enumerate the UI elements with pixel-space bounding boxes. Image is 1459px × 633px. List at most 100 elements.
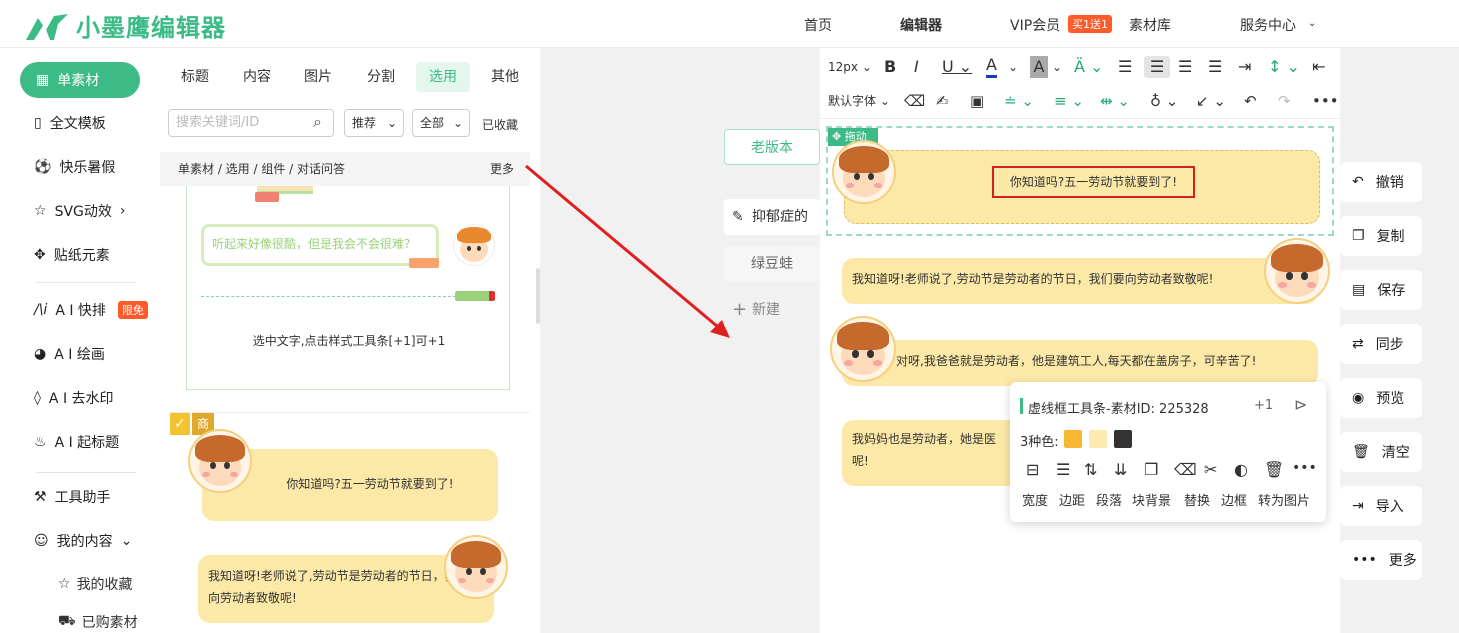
material-card[interactable]: ✓ 商 你知道吗?五一劳动节就要到了! 我知道呀!老师说了,劳动节是劳动者的节日… xyxy=(168,412,530,633)
search-icon[interactable]: ⌕ xyxy=(313,112,322,132)
nav-materials[interactable]: 素材库 xyxy=(1129,15,1171,35)
chevron-down-icon[interactable]: ⌄ xyxy=(1008,56,1018,78)
sidebar-item-ai-layout[interactable]: /\i A I 快排 限免 xyxy=(20,292,148,328)
tab-image[interactable]: 图片 xyxy=(291,62,345,92)
chevron-down-icon[interactable]: ⌄ xyxy=(1052,56,1062,78)
highlighted-text[interactable]: 你知道吗?五一劳动节就要到了! xyxy=(992,166,1195,198)
dialog-bubble[interactable]: 对呀,我爸爸就是劳动者，他是建筑工人,每天都在盖房子，可辛苦了! xyxy=(842,340,1318,386)
bold-icon[interactable]: B xyxy=(884,56,896,78)
copy-icon[interactable]: ❐ xyxy=(1144,460,1158,479)
paragraph-icon[interactable]: ⇅ xyxy=(1084,460,1097,479)
trash-icon[interactable]: 🗑 xyxy=(1264,460,1284,479)
underline-icon[interactable]: U ⌄ xyxy=(942,56,972,78)
clear-button[interactable]: 🗑 清空 xyxy=(1340,432,1422,472)
more-link[interactable]: 更多 xyxy=(490,152,514,186)
paragraph-spacing-icon[interactable]: ≡ ⌄ xyxy=(1054,90,1084,112)
scissors-icon[interactable]: ✂ xyxy=(1204,460,1217,479)
tab-content[interactable]: 内容 xyxy=(230,62,284,92)
more-button[interactable]: ••• 更多 xyxy=(1340,540,1422,580)
editor-canvas[interactable]: 12px ⌄ B I U ⌄ A ⌄ A ⌄ Ä ⌄ ☰ ☰ ☰ ☰ ⇥ ↕ ⌄… xyxy=(820,48,1340,633)
action-paragraph[interactable]: 段落 xyxy=(1096,490,1122,509)
sync-button[interactable]: ⇄ 同步 xyxy=(1340,324,1422,364)
nav-vip[interactable]: VIP会员 xyxy=(1010,15,1060,35)
format-brush-icon[interactable]: ✍ xyxy=(936,90,949,112)
action-border[interactable]: 边框 xyxy=(1221,490,1247,509)
exit-icon[interactable]: ⇤ xyxy=(1312,56,1325,78)
action-block-bg[interactable]: 块背景 xyxy=(1132,490,1171,509)
tab-select[interactable]: 选用 xyxy=(416,62,470,92)
plus-one-button[interactable]: +1 xyxy=(1254,398,1273,413)
preview-button[interactable]: ◉ 预览 xyxy=(1340,378,1422,418)
arrow-icon[interactable]: ↙ ⌄ xyxy=(1196,90,1226,112)
sidebar-item-summer[interactable]: ⚽ 快乐暑假 xyxy=(20,149,140,185)
eraser-icon[interactable]: ⌫ xyxy=(904,90,925,112)
material-card[interactable]: 听起来好像很酷，但是我会不会很难? 选中文字,点击样式工具条[+1]可+1 xyxy=(186,186,510,390)
image-icon[interactable]: ▣ xyxy=(970,90,984,112)
italic-icon[interactable]: I xyxy=(914,56,919,78)
sort-icon[interactable]: ⇊ xyxy=(1114,460,1127,479)
width-icon[interactable]: ⊟ xyxy=(1026,460,1039,479)
highlight-icon[interactable]: A xyxy=(1030,56,1048,78)
font-color-icon[interactable]: A xyxy=(986,56,997,78)
sidebar-item-single[interactable]: ▦ 单素材 xyxy=(20,62,140,98)
contrast-icon[interactable]: ◐ xyxy=(1234,460,1248,479)
doc-item[interactable]: 绿豆蛙 xyxy=(724,246,820,282)
nav-service[interactable]: 服务中心 xyxy=(1240,15,1296,35)
align-justify-icon[interactable]: ☰ xyxy=(1208,56,1222,78)
tab-other[interactable]: 其他 xyxy=(478,62,532,92)
tab-divider[interactable]: 分割 xyxy=(354,62,408,92)
bulb-icon[interactable]: ♁ ⌄ xyxy=(1150,90,1178,112)
import-button[interactable]: ⇥ 导入 xyxy=(1340,486,1422,526)
line-height-icon[interactable]: ↕ ⌄ xyxy=(1268,56,1300,78)
tab-title[interactable]: 标题 xyxy=(168,62,222,92)
nav-editor[interactable]: 编辑器 xyxy=(900,15,942,35)
sidebar-item-ai-title[interactable]: ♨ A I 起标题 xyxy=(20,424,140,460)
nav-home[interactable]: 首页 xyxy=(804,15,832,35)
copy-button[interactable]: ❐ 复制 xyxy=(1340,216,1422,256)
margin-icon[interactable]: ☰ xyxy=(1056,460,1070,479)
new-doc-button[interactable]: + 新建 xyxy=(724,292,820,328)
more-icon[interactable]: ••• xyxy=(1292,460,1317,476)
undo-button[interactable]: ↶ 撤销 xyxy=(1340,162,1422,202)
sidebar-item-ai-paint[interactable]: ◕ A I 绘画 xyxy=(20,336,140,372)
sidebar-item-stickers[interactable]: ✥ 贴纸元素 xyxy=(20,237,140,273)
sidebar-sub-purchased[interactable]: ⛟ 已购素材 xyxy=(58,612,138,632)
eraser-icon[interactable]: ⌫ xyxy=(1174,460,1197,479)
sidebar-item-tools[interactable]: ⚒ 工具助手 xyxy=(20,479,140,515)
text-effect-icon[interactable]: Ä ⌄ xyxy=(1074,56,1103,78)
redo-icon[interactable]: ↷ xyxy=(1278,90,1291,112)
more-icon[interactable]: ••• xyxy=(1312,90,1339,112)
sidebar-item-ai-watermark[interactable]: ◊ A I 去水印 xyxy=(20,380,140,416)
font-size-select[interactable]: 12px ⌄ xyxy=(828,56,872,78)
doc-item[interactable]: ✎ 抑郁症的 xyxy=(724,199,820,235)
sidebar-item-templates[interactable]: ▯ 全文模板 xyxy=(20,105,140,141)
play-icon[interactable]: ⊳ xyxy=(1294,395,1307,414)
action-width[interactable]: 宽度 xyxy=(1022,490,1048,509)
old-version-button[interactable]: 老版本 xyxy=(724,129,820,165)
logo[interactable]: 小墨鹰编辑器 xyxy=(24,8,226,43)
sidebar-item-svg[interactable]: ☆ SVG动效 › xyxy=(20,193,140,229)
action-margin[interactable]: 边距 xyxy=(1059,490,1085,509)
color-swatch[interactable] xyxy=(1089,430,1107,448)
filter-dropdown[interactable]: 全部 ⌄ xyxy=(412,109,470,137)
letter-spacing-icon[interactable]: ≐ ⌄ xyxy=(1004,90,1034,112)
indent-spacing-icon[interactable]: ⇹ ⌄ xyxy=(1100,90,1130,112)
action-replace[interactable]: 替换 xyxy=(1184,490,1210,509)
font-family-select[interactable]: 默认字体 ⌄ xyxy=(828,90,890,112)
sidebar-sub-favorites[interactable]: ☆ 我的收藏 xyxy=(58,574,133,594)
sidebar-item-my-content[interactable]: ☺ 我的内容 ⌄ xyxy=(20,523,140,559)
sort-dropdown[interactable]: 推荐 ⌄ xyxy=(344,109,404,137)
undo-icon[interactable]: ↶ xyxy=(1244,90,1257,112)
color-swatch[interactable] xyxy=(1114,430,1132,448)
search-input[interactable]: 搜索关键词/ID xyxy=(168,109,334,137)
favorites-link[interactable]: 已收藏 xyxy=(482,116,518,133)
align-right-icon[interactable]: ☰ xyxy=(1178,56,1192,78)
indent-icon[interactable]: ⇥ xyxy=(1238,56,1251,78)
save-button[interactable]: ▤ 保存 xyxy=(1340,270,1422,310)
dialog-bubble[interactable]: 我知道呀!老师说了,劳动节是劳动者的节日，我们要向劳动者致敬呢! xyxy=(842,258,1318,304)
chevron-down-icon[interactable]: ⌄ xyxy=(1308,18,1316,29)
color-swatch[interactable] xyxy=(1064,430,1082,448)
align-center-icon[interactable]: ☰ xyxy=(1144,56,1170,78)
align-left-icon[interactable]: ☰ xyxy=(1118,56,1132,78)
action-to-image[interactable]: 转为图片 xyxy=(1258,490,1310,509)
